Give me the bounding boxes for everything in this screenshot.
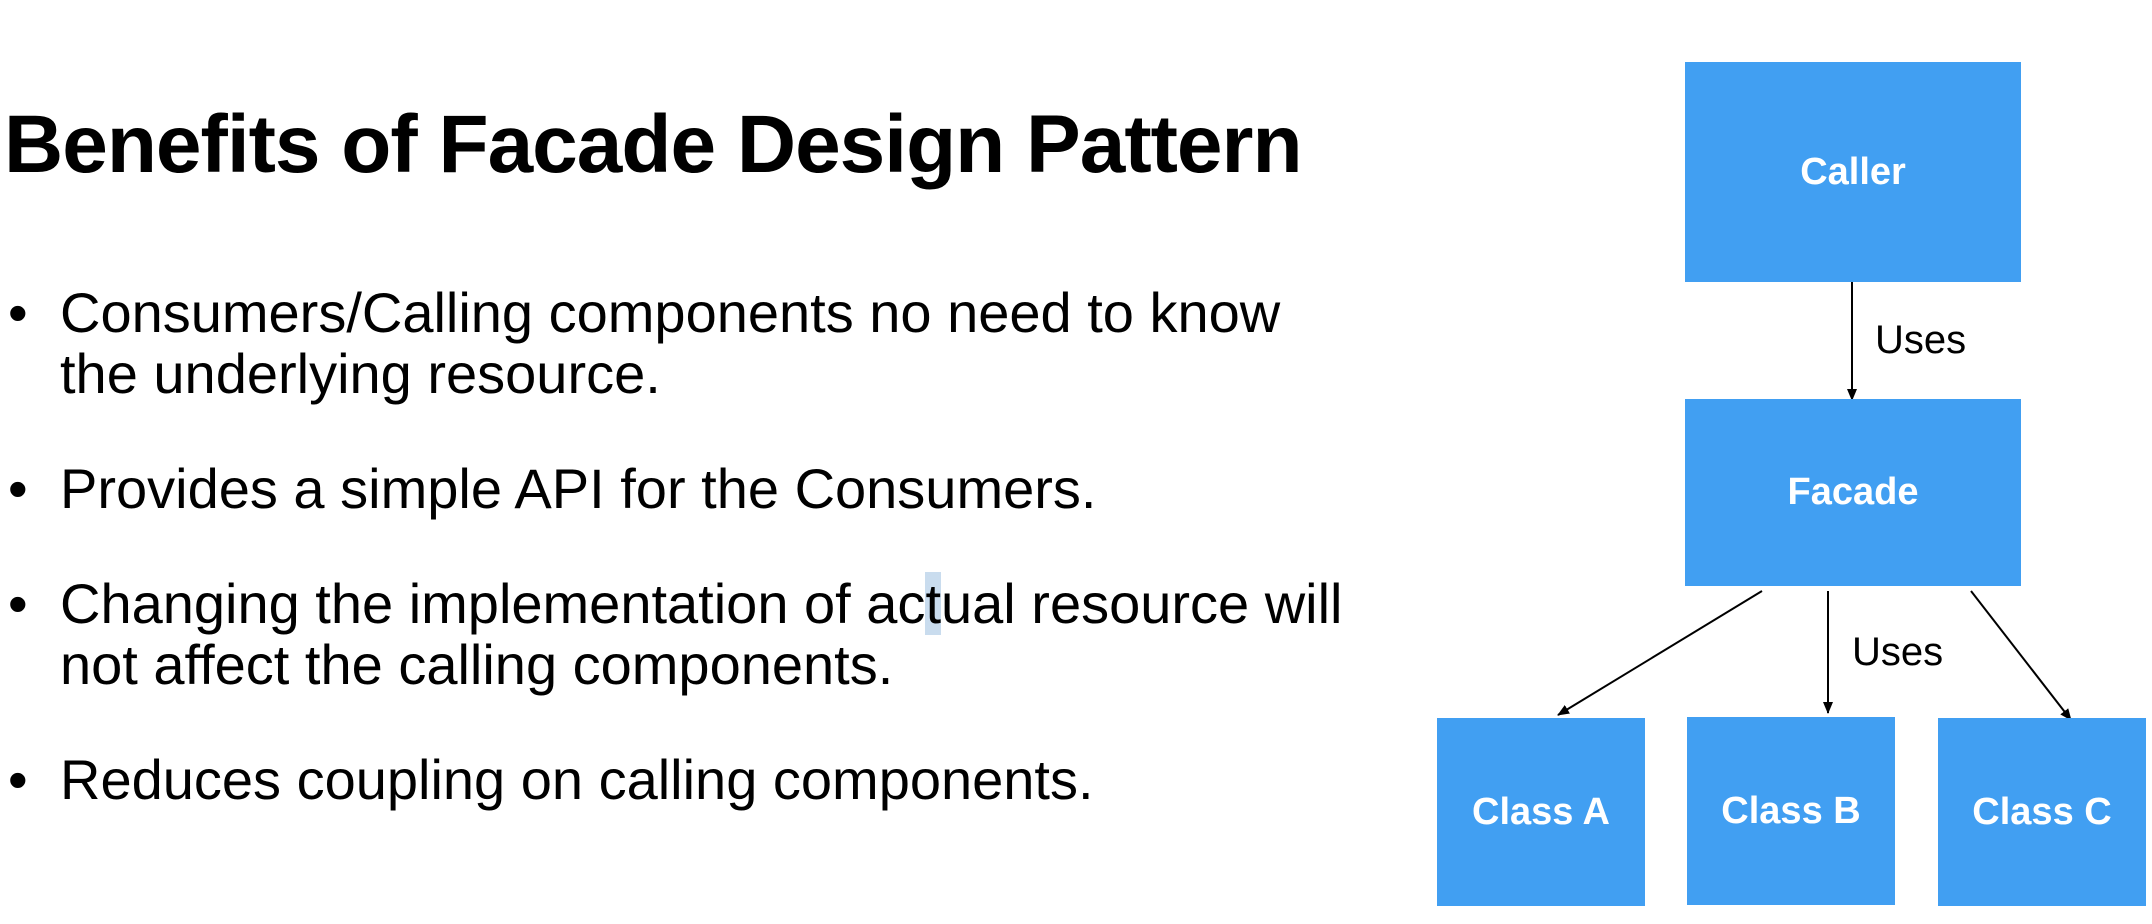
arrow-facade-to-class-a [1557,590,1763,716]
class-b-node: Class B [1687,717,1895,905]
uses-label-facade-classes: Uses [1852,630,1944,674]
arrow-facade-to-class-c [1970,590,2072,721]
class-c-node: Class C [1938,718,2146,906]
facade-node: Facade [1685,399,2021,586]
caller-node: Caller [1685,62,2021,282]
class-a-node: Class A [1437,718,1645,906]
uses-label-caller-facade: Uses [1875,318,1967,362]
